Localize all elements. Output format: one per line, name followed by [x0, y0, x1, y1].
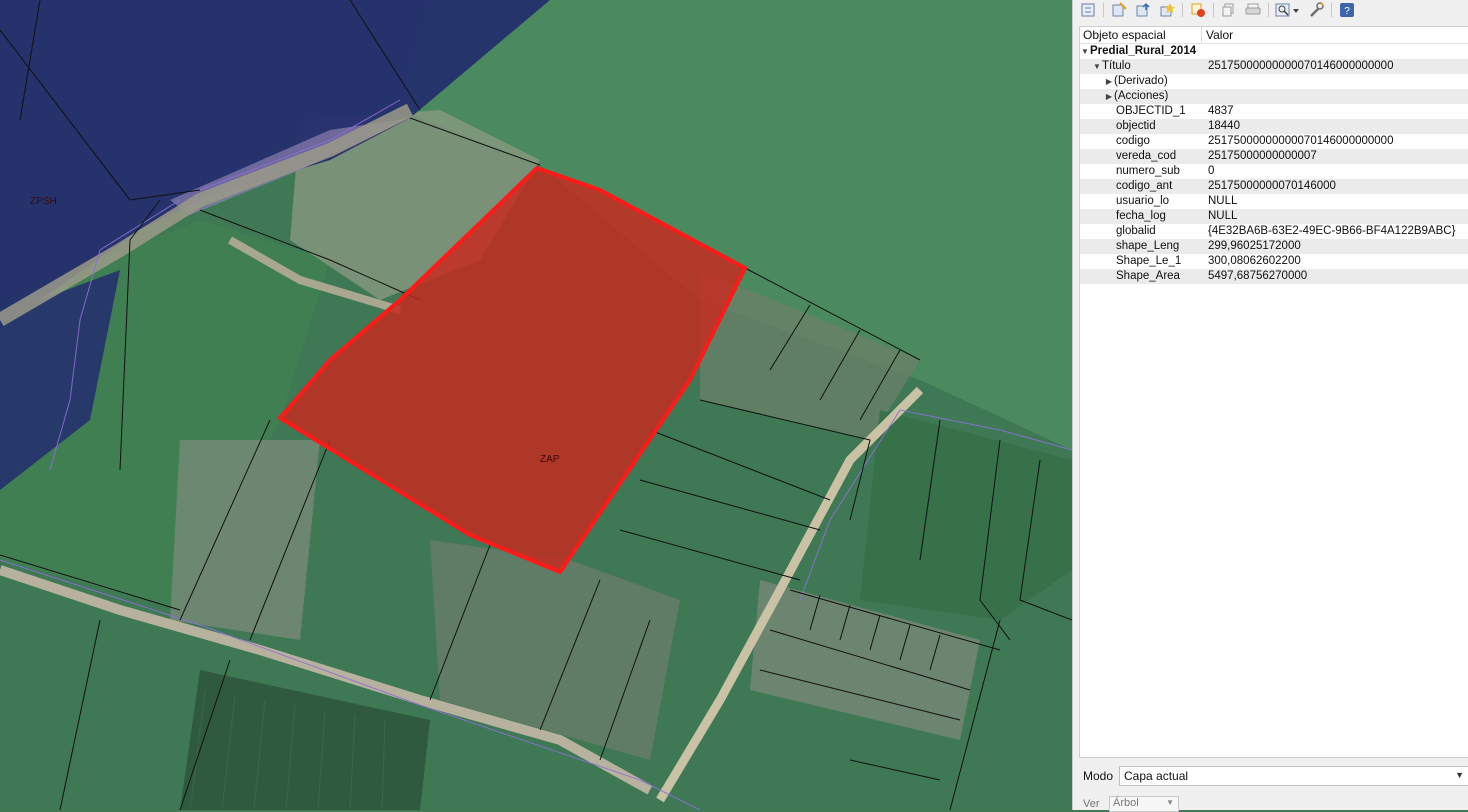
map-render[interactable] [0, 0, 1072, 810]
view-value: Árbol [1113, 797, 1139, 809]
print-icon[interactable] [1244, 2, 1262, 18]
mode-combobox[interactable]: Capa actual ▼ [1119, 766, 1468, 786]
attribute-value: 18440 [1208, 120, 1240, 132]
layer-name: Predial_Rural_2014 [1090, 45, 1197, 57]
settings-wrench-icon[interactable] [1307, 2, 1325, 18]
attribute-value: 300,08062602200 [1208, 255, 1301, 267]
column-header-value[interactable]: Valor [1202, 27, 1233, 43]
derived-label: (Derivado) [1114, 75, 1168, 87]
attribute-row[interactable]: vereda_cod 25175000000000007 [1080, 149, 1468, 164]
attribute-key: vereda_cod [1116, 150, 1177, 162]
identify-toolbar: ? [1073, 0, 1468, 20]
attribute-value: 25175000000000070146000000000 [1208, 135, 1394, 147]
title-row[interactable]: ▼Título 25175000000000070146000000000 [1080, 59, 1468, 74]
expand-new-icon[interactable] [1110, 2, 1128, 18]
attribute-row[interactable]: globalid {4E32BA6B-63E2-49EC-9B66-BF4A122… [1080, 224, 1468, 239]
actions-label: (Acciones) [1114, 90, 1169, 102]
deselect-icon[interactable] [1189, 2, 1207, 18]
view-label: Ver [1083, 798, 1100, 810]
building-cluster-west [170, 440, 320, 640]
attribute-value: 5497,68756270000 [1208, 270, 1308, 282]
help-icon[interactable]: ? [1338, 2, 1356, 18]
attribute-key: shape_Leng [1116, 240, 1180, 252]
mode-value: Capa actual [1124, 769, 1189, 783]
attribute-key: codigo [1116, 135, 1150, 147]
highlight-icon[interactable] [1158, 2, 1176, 18]
attribute-key: objectid [1116, 120, 1156, 132]
layer-row[interactable]: ▼Predial_Rural_2014 [1080, 44, 1468, 59]
attribute-row[interactable]: codigo_ant 25175000000070146000 [1080, 179, 1468, 194]
attribute-key: fecha_log [1116, 210, 1166, 222]
attribute-value: NULL [1208, 210, 1238, 222]
expand-tree-icon[interactable] [1079, 2, 1097, 18]
mode-label: Modo [1083, 769, 1114, 783]
toolbar-separator [1182, 3, 1183, 17]
tree-header: Objeto espacial Valor [1080, 27, 1468, 44]
title-key: Título [1102, 60, 1131, 72]
attribute-key: numero_sub [1116, 165, 1180, 177]
attribute-key: usuario_lo [1116, 195, 1170, 207]
collapse-icon[interactable] [1134, 2, 1152, 18]
toolbar-separator [1268, 3, 1269, 17]
actions-row[interactable]: ▶ (Acciones) [1080, 89, 1468, 104]
attribute-row[interactable]: Shape_Le_1 300,08062602200 [1080, 254, 1468, 269]
toolbar-separator [1103, 3, 1104, 17]
attribute-row[interactable]: Shape_Area 5497,68756270000 [1080, 269, 1468, 284]
attribute-value: 0 [1208, 165, 1215, 177]
attribute-key: Shape_Area [1116, 270, 1180, 282]
chevron-right-icon[interactable]: ▶ [1104, 89, 1114, 104]
chevron-right-icon[interactable]: ▶ [1104, 74, 1114, 89]
attribute-value: 4837 [1208, 105, 1234, 117]
mode-selector: Modo Capa actual ▼ [1073, 764, 1468, 788]
identify-results-panel: ? Objeto espacial Valor ▼Predial_Rural_2… [1072, 0, 1468, 812]
identify-mode-icon[interactable] [1275, 2, 1301, 18]
attribute-value: 25175000000000007 [1208, 150, 1317, 162]
attribute-key: OBJECTID_1 [1116, 105, 1186, 117]
attribute-key: codigo_ant [1116, 180, 1173, 192]
column-header-feature[interactable]: Objeto espacial [1080, 27, 1202, 43]
copy-icon[interactable] [1220, 2, 1238, 18]
attribute-value: 299,96025172000 [1208, 240, 1301, 252]
chevron-down-icon[interactable]: ▼ [1166, 798, 1174, 807]
attribute-row[interactable]: codigo 25175000000000070146000000000 [1080, 134, 1468, 149]
attribute-value: NULL [1208, 195, 1238, 207]
derived-row[interactable]: ▶ (Derivado) [1080, 74, 1468, 89]
attribute-row[interactable]: numero_sub 0 [1080, 164, 1468, 179]
attribute-key: Shape_Le_1 [1116, 255, 1182, 267]
attribute-row[interactable]: usuario_lo NULL [1080, 194, 1468, 209]
attribute-row[interactable]: OBJECTID_1 4837 [1080, 104, 1468, 119]
attribute-row[interactable]: objectid 18440 [1080, 119, 1468, 134]
toolbar-separator [1331, 3, 1332, 17]
zone-label-zpsh: ZPSH [30, 196, 57, 207]
identify-results-tree[interactable]: Objeto espacial Valor ▼Predial_Rural_201… [1079, 26, 1468, 758]
attribute-row[interactable]: fecha_log NULL [1080, 209, 1468, 224]
attribute-key: globalid [1116, 225, 1156, 237]
chevron-down-icon[interactable]: ▼ [1080, 44, 1090, 59]
chevron-down-icon[interactable]: ▼ [1455, 770, 1464, 780]
map-canvas[interactable]: ZPSH ZAP [0, 0, 1072, 810]
attribute-value: 25175000000070146000 [1208, 180, 1336, 192]
chevron-down-icon[interactable]: ▼ [1092, 59, 1102, 74]
attribute-value: {4E32BA6B-63E2-49EC-9B66-BF4A122B9ABC} [1208, 225, 1456, 237]
toolbar-separator [1213, 3, 1214, 17]
title-value: 25175000000000070146000000000 [1208, 60, 1394, 72]
attribute-row[interactable]: shape_Leng 299,96025172000 [1080, 239, 1468, 254]
zone-label-zap: ZAP [540, 454, 560, 465]
svg-text:?: ? [1344, 6, 1350, 17]
attribute-list: OBJECTID_1 4837 objectid 18440 codigo 2517500… [1080, 104, 1468, 284]
